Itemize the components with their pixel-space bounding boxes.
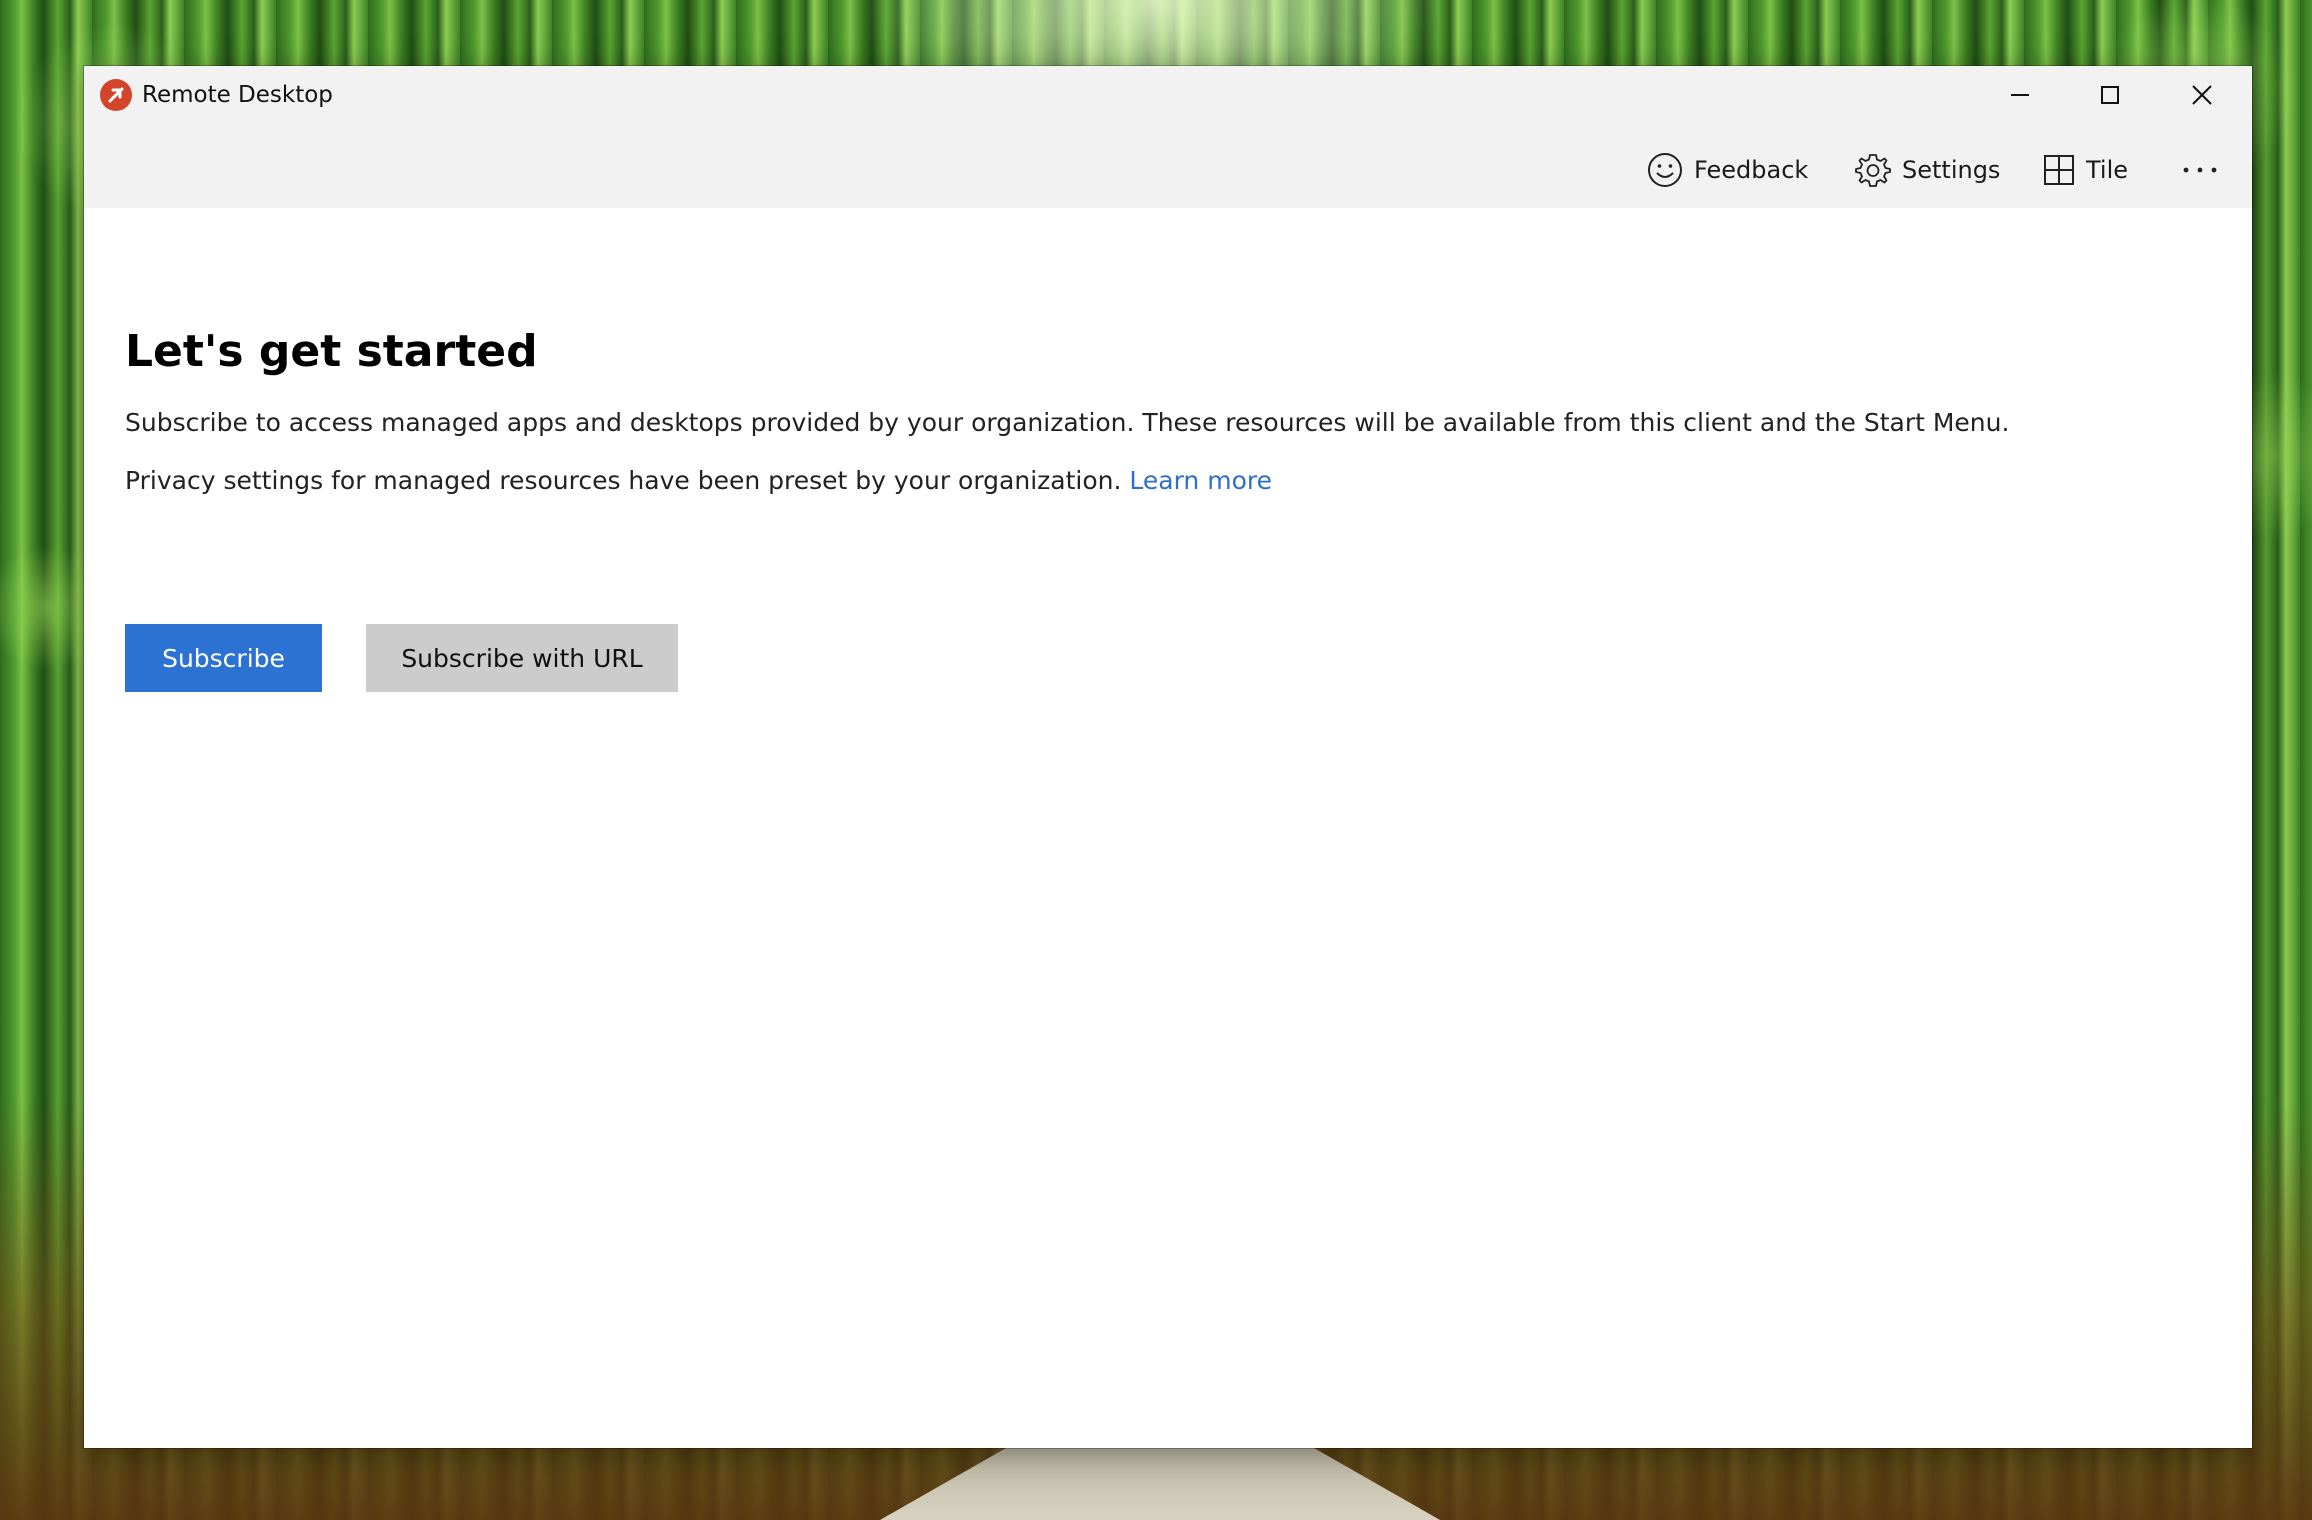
close-button[interactable] <box>2156 66 2248 124</box>
tile-grid-icon <box>2044 155 2074 185</box>
maximize-button[interactable] <box>2064 66 2156 124</box>
window-title: Remote Desktop <box>142 82 333 108</box>
subscribe-button[interactable]: Subscribe <box>125 624 322 692</box>
subscribe-with-url-button[interactable]: Subscribe with URL <box>366 624 678 692</box>
minimize-icon <box>2011 94 2029 96</box>
settings-button[interactable]: Settings <box>1854 148 2000 192</box>
gear-icon <box>1855 154 1891 187</box>
smiley-icon <box>1648 153 1682 187</box>
tile-label: Tile <box>2086 156 2129 184</box>
app-window: Remote Desktop Feedback Settings Tile Le… <box>84 66 2252 1448</box>
more-icon <box>2183 167 2217 173</box>
feedback-label: Feedback <box>1694 156 1809 184</box>
subscribe-description: Subscribe to access managed apps and des… <box>125 408 2010 437</box>
title-bar[interactable]: Remote Desktop <box>84 66 2252 124</box>
settings-label: Settings <box>1902 156 2001 184</box>
main-content: Let's get started Subscribe to access ma… <box>84 208 2252 1448</box>
minimize-button[interactable] <box>1974 66 2066 124</box>
privacy-text: Privacy settings for managed resources h… <box>125 466 1122 495</box>
page-title: Let's get started <box>125 326 538 377</box>
remote-desktop-icon <box>100 79 132 111</box>
close-icon <box>2192 85 2212 105</box>
tile-view-button[interactable]: Tile <box>2042 148 2128 192</box>
maximize-icon <box>2101 86 2119 104</box>
privacy-notice: Privacy settings for managed resources h… <box>125 464 1272 498</box>
learn-more-link[interactable]: Learn more <box>1129 466 1272 495</box>
more-options-button[interactable] <box>2180 148 2234 192</box>
feedback-button[interactable]: Feedback <box>1646 148 1808 192</box>
